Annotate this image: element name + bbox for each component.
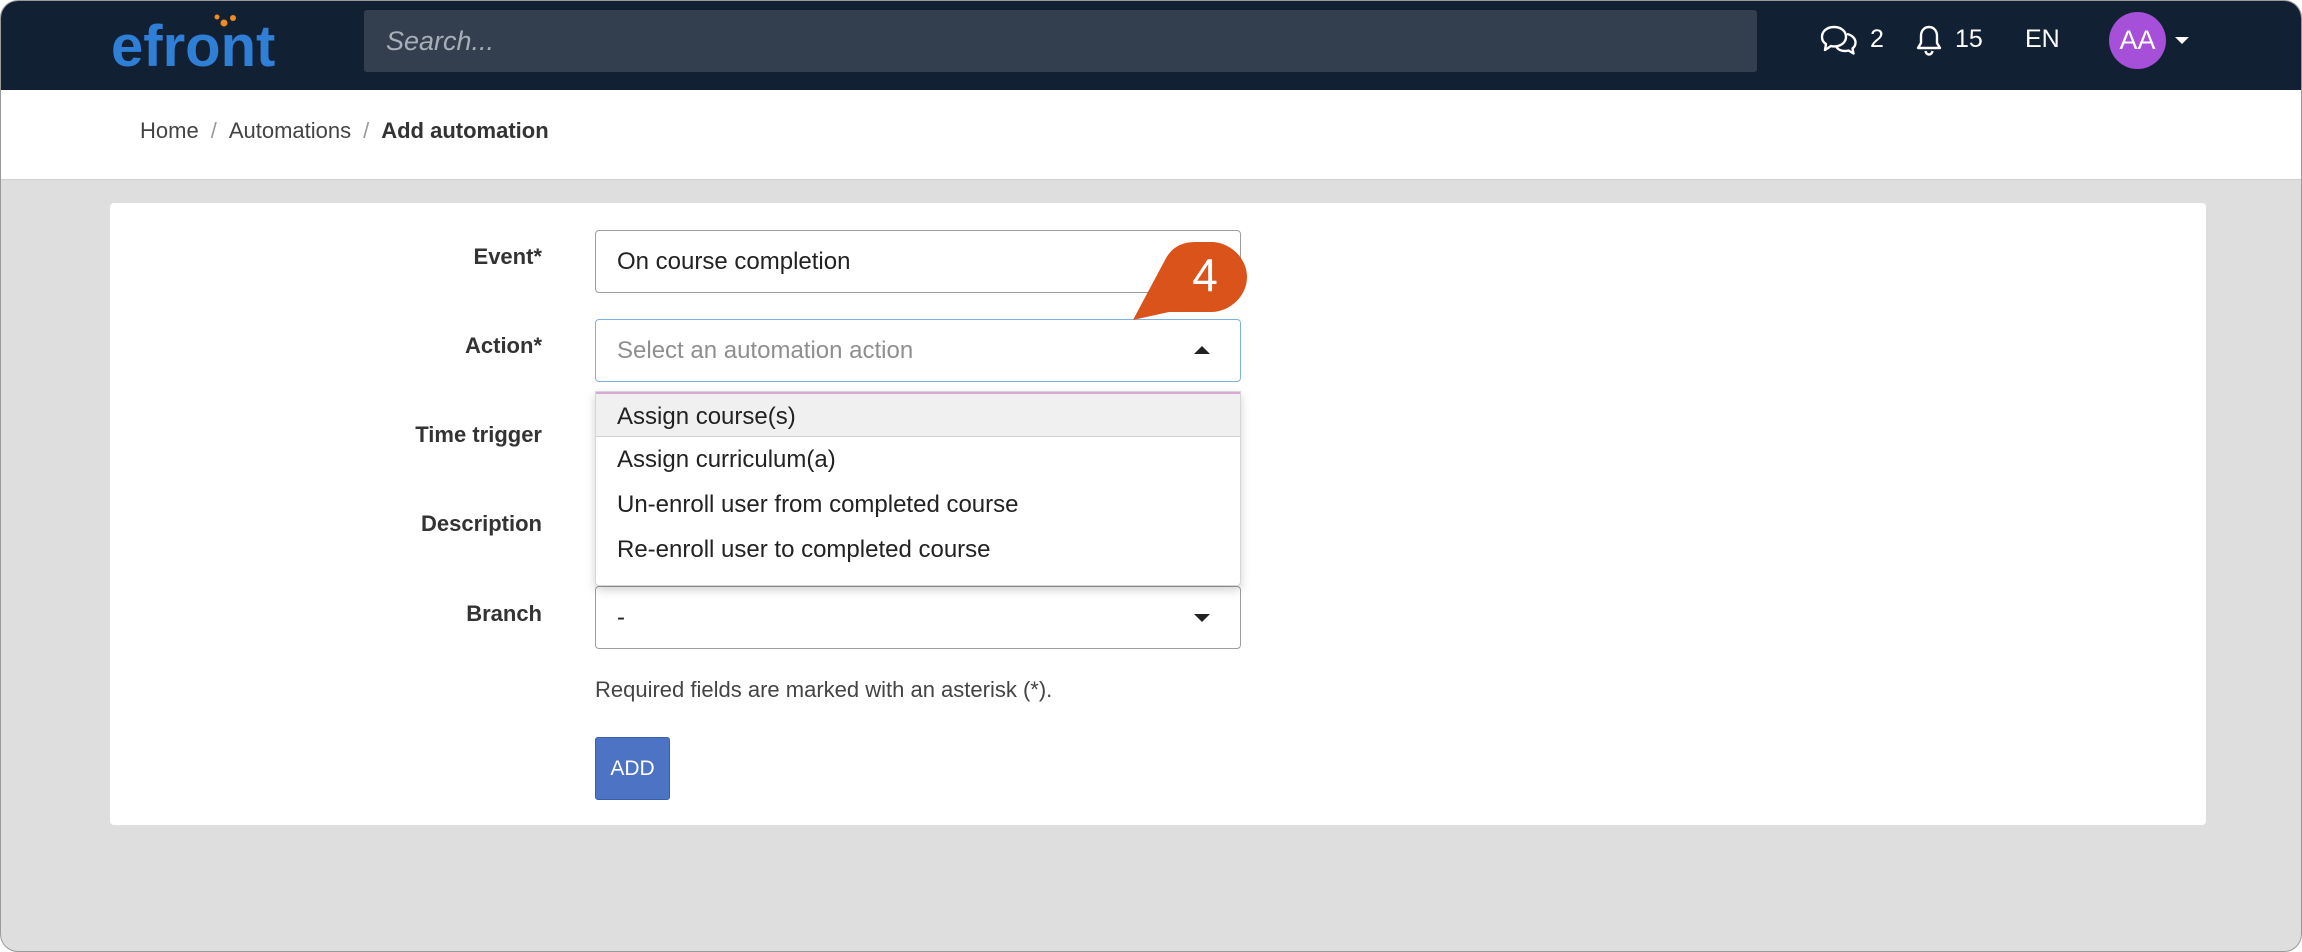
top-navbar: efront Search... 2 15 EN AA (1, 1, 2301, 90)
description-label: Description (420, 511, 542, 536)
chevron-down-icon[interactable] (2175, 37, 2189, 44)
avatar-initials: AA (2119, 25, 2156, 55)
event-label: Event* (473, 244, 542, 269)
action-label: Action* (465, 333, 542, 358)
notifications-count: 15 (1955, 25, 1983, 53)
action-dropdown-menu: Assign course(s) Assign curriculum(a) Un… (595, 391, 1241, 586)
messages-button[interactable]: 2 (1820, 1, 1884, 78)
caret-up-icon (1194, 346, 1210, 354)
breadcrumb: Home / Automations / Add automation (140, 90, 549, 172)
required-fields-note: Required fields are marked with an aster… (595, 677, 1053, 702)
language-selector[interactable]: EN (2025, 1, 2060, 78)
breadcrumb-automations[interactable]: Automations (229, 118, 351, 144)
breadcrumb-separator: / (210, 118, 217, 143)
action-select[interactable]: Select an automation action (595, 319, 1241, 382)
add-button[interactable]: ADD (595, 737, 670, 800)
event-value: On course completion (617, 248, 851, 275)
step-callout-badge: 4 (1133, 242, 1247, 320)
bell-icon (1916, 25, 1942, 56)
efront-logo[interactable]: efront (111, 9, 311, 79)
messages-count: 2 (1870, 25, 1884, 53)
app-window: efront Search... 2 15 EN AA Home / Autom… (0, 0, 2302, 952)
breadcrumb-separator: / (363, 118, 370, 143)
action-option-assign-curricula[interactable]: Assign curriculum(a) (596, 437, 1240, 482)
branch-select[interactable]: - (595, 586, 1241, 649)
action-placeholder: Select an automation action (617, 337, 914, 364)
caret-down-icon (1194, 614, 1210, 622)
language-label: EN (2025, 25, 2060, 53)
action-option-unenroll-user[interactable]: Un-enroll user from completed course (596, 482, 1240, 527)
notifications-button[interactable]: 15 (1915, 1, 1983, 78)
breadcrumb-home[interactable]: Home (140, 118, 199, 144)
breadcrumb-current: Add automation (381, 118, 549, 143)
chat-icon (1820, 25, 1857, 55)
action-option-assign-courses[interactable]: Assign course(s) (596, 392, 1240, 437)
breadcrumb-bar: Home / Automations / Add automation (1, 90, 2301, 180)
user-avatar[interactable]: AA (2109, 12, 2166, 69)
search-input[interactable]: Search... (364, 10, 1757, 72)
action-option-reenroll-user[interactable]: Re-enroll user to completed course (596, 527, 1240, 572)
branch-value: - (617, 604, 625, 631)
svg-text:efront: efront (111, 14, 275, 79)
svg-text:4: 4 (1192, 249, 1218, 301)
branch-label: Branch (466, 601, 542, 626)
time-trigger-label: Time trigger (415, 422, 542, 447)
